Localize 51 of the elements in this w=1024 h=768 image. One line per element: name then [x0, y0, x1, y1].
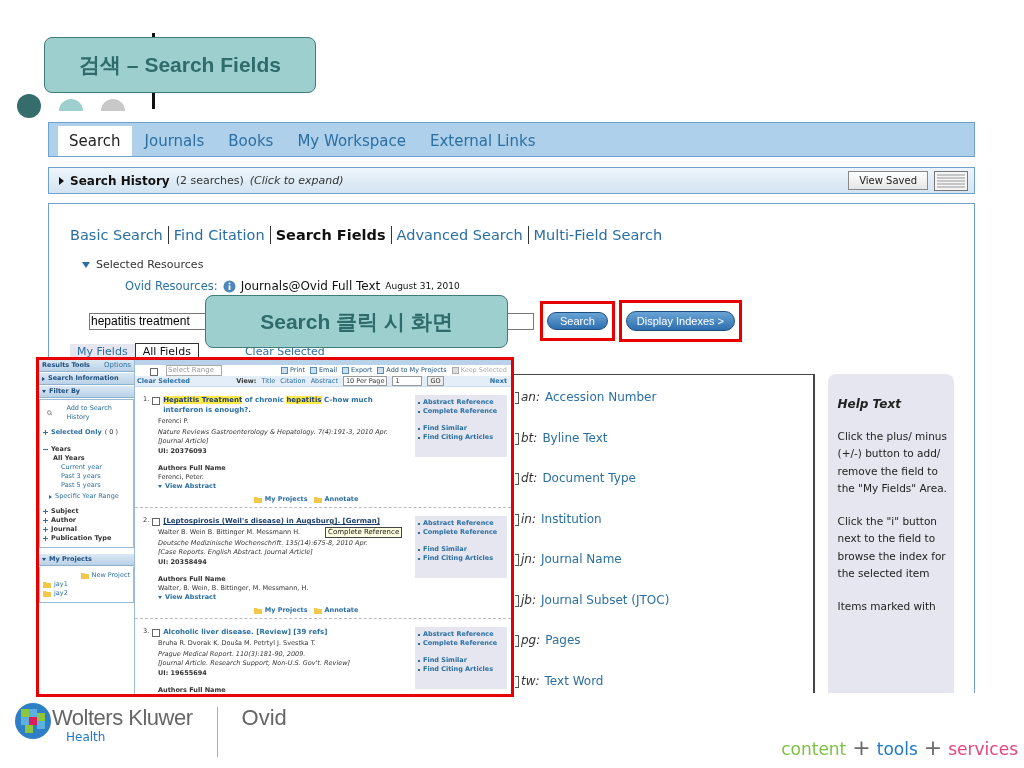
search-mode-link[interactable]: Basic Search: [70, 227, 168, 243]
field-code: dt:: [521, 471, 538, 485]
field-code: jb:: [521, 592, 536, 607]
tab[interactable]: Search: [58, 126, 132, 156]
tagline-word: services: [948, 739, 1018, 759]
field-tab[interactable]: My Fields: [70, 344, 135, 358]
field-name-link[interactable]: Text Word: [544, 673, 604, 688]
help-text: Items marked with: [837, 598, 937, 614]
help-title: Help Text: [837, 396, 903, 413]
field-code: an:: [521, 390, 540, 404]
tab[interactable]: My Workspace: [286, 126, 417, 156]
field-name-link[interactable]: Institution: [541, 511, 602, 526]
brand-division: Health: [66, 730, 107, 744]
field-name-link[interactable]: Journal Name: [541, 552, 622, 566]
search-mode-link[interactable]: Search Fields: [270, 227, 391, 243]
resources-toggle[interactable]: Selected Resources: [96, 258, 204, 271]
search-mode-link[interactable]: Advanced Search: [391, 227, 528, 243]
field-code: tw:: [521, 673, 540, 688]
resource-name: Journals@Ovid Full Text: [240, 279, 381, 293]
history-count: (2 searches): [175, 174, 244, 187]
field-name-link[interactable]: Accession Number: [545, 390, 657, 404]
tagline-word: content: [781, 739, 847, 759]
search-button[interactable]: Search: [547, 312, 608, 330]
tagline-word: tools: [876, 739, 918, 759]
field-name-link[interactable]: Pages: [545, 633, 581, 647]
slide-title: 검색 – Search Fields: [44, 37, 316, 93]
history-hint: (Click to expand): [249, 174, 345, 187]
display-indexes-button[interactable]: Display Indexes >: [625, 311, 735, 331]
field-name-link[interactable]: Byline Text: [542, 430, 608, 445]
tagline-word: +: [923, 735, 943, 760]
field-code: jn:: [521, 552, 536, 566]
field-name-link[interactable]: Journal Subset (JTOC): [541, 592, 670, 607]
view-saved-button[interactable]: View Saved: [848, 171, 928, 190]
search-mode-link[interactable]: Multi-Field Search: [528, 227, 668, 243]
tab[interactable]: Books: [217, 126, 285, 156]
help-text: Click the plus/ minus (+/-) button to add/ remove the field to the "My Fields" Area.: [837, 428, 948, 496]
resource-date: August 31, 2010: [385, 281, 460, 291]
tab[interactable]: External Links: [419, 126, 547, 156]
field-name-link[interactable]: Document Type: [542, 471, 636, 485]
help-text: Click the "i" button next to the field to browse the index for the selected item: [837, 513, 947, 581]
field-code: pg:: [521, 633, 541, 647]
search-mode-link[interactable]: Find Citation: [168, 227, 270, 243]
field-code: in:: [521, 511, 536, 526]
history-label[interactable]: Search History: [70, 173, 170, 188]
brand-name: Wolters Kluwer: [52, 705, 193, 731]
tagline-word: +: [852, 735, 871, 760]
callout-tooltip: Search 클릭 시 화면: [205, 295, 508, 348]
resources-label: Ovid Resources:: [125, 279, 218, 293]
field-code: bt:: [521, 430, 538, 445]
tab[interactable]: Journals: [133, 126, 216, 156]
product-name: Ovid: [241, 705, 287, 731]
